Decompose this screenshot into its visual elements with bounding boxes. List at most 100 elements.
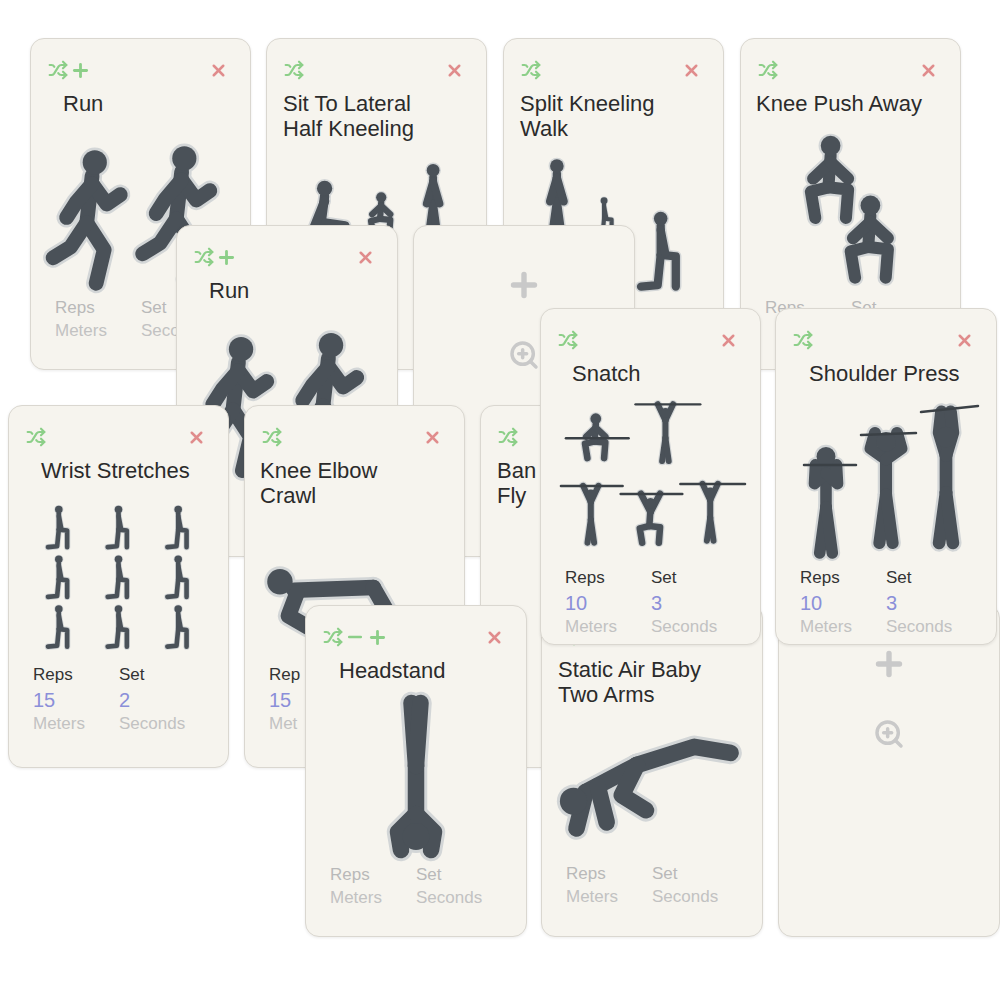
- exercise-title: Knee ElbowCrawl: [245, 458, 464, 508]
- delete-button[interactable]: [485, 628, 504, 647]
- stat-unit: Meters: [330, 887, 416, 909]
- exercise-title: Snatch: [541, 361, 760, 386]
- shuffle-button[interactable]: [48, 60, 68, 80]
- shuffle-button[interactable]: [758, 60, 778, 80]
- stats: Reps10MetersSet3Seconds: [776, 566, 996, 638]
- delete-button[interactable]: [187, 428, 206, 447]
- stat-column[interactable]: Reps10Meters: [565, 566, 651, 638]
- figure-silhouette: [641, 210, 676, 286]
- shuffle-icon[interactable]: [194, 247, 214, 267]
- shuffle-icon[interactable]: [48, 60, 68, 80]
- stat-unit: Meters: [55, 320, 141, 342]
- close-icon[interactable]: [719, 331, 738, 350]
- stat-column[interactable]: RepsMeters: [330, 863, 416, 909]
- stat-column[interactable]: Reps15Meters: [33, 663, 119, 735]
- stat-column[interactable]: SetSeconds: [416, 863, 502, 909]
- delete-button[interactable]: [423, 428, 442, 447]
- close-icon[interactable]: [682, 61, 701, 80]
- delete-button[interactable]: [356, 248, 375, 267]
- stat-value[interactable]: 10: [800, 590, 886, 616]
- delete-button[interactable]: [955, 331, 974, 350]
- plus-icon[interactable]: [367, 627, 388, 648]
- close-icon[interactable]: [423, 428, 442, 447]
- exercise-card[interactable]: Headstand RepsMetersSetSeconds: [305, 605, 527, 937]
- exercise-card[interactable]: Snatch Reps10MetersSet3Seconds: [540, 308, 761, 645]
- shuffle-button[interactable]: [194, 247, 214, 267]
- plus-icon[interactable]: [871, 646, 907, 682]
- add-button[interactable]: [216, 247, 237, 268]
- delete-button[interactable]: [682, 61, 701, 80]
- shuffle-icon[interactable]: [323, 627, 343, 647]
- figure-silhouette: [557, 747, 731, 829]
- plus-icon[interactable]: [70, 60, 91, 81]
- card-toolbar: [504, 58, 723, 82]
- stat-label: Set: [652, 862, 738, 886]
- delete-button[interactable]: [919, 61, 938, 80]
- stat-column[interactable]: Set3Seconds: [886, 566, 972, 638]
- shuffle-icon[interactable]: [758, 60, 778, 80]
- delete-button[interactable]: [719, 331, 738, 350]
- zoom-icon[interactable]: [873, 718, 905, 750]
- stat-column[interactable]: Reps10Meters: [800, 566, 886, 638]
- stat-column[interactable]: RepsMeters: [55, 296, 141, 342]
- shuffle-button[interactable]: [521, 60, 541, 80]
- shuffle-button[interactable]: [26, 427, 46, 447]
- stat-value[interactable]: 2: [119, 687, 205, 713]
- title-line: Snatch: [572, 361, 760, 386]
- barbell: [804, 464, 856, 467]
- title-line: Headstand: [339, 658, 526, 683]
- shuffle-icon[interactable]: [26, 427, 46, 447]
- shuffle-button[interactable]: [558, 330, 578, 350]
- close-icon[interactable]: [445, 61, 464, 80]
- figure-silhouette: [658, 404, 673, 461]
- delete-button[interactable]: [445, 61, 464, 80]
- add-exercise-button[interactable]: [506, 267, 542, 303]
- shuffle-icon[interactable]: [284, 60, 304, 80]
- shuffle-icon[interactable]: [498, 427, 518, 447]
- browse-button[interactable]: [873, 718, 905, 750]
- stat-label: Reps: [55, 296, 141, 320]
- close-icon[interactable]: [356, 248, 375, 267]
- stat-column[interactable]: Set2Seconds: [119, 663, 205, 735]
- stat-value[interactable]: 15: [33, 687, 119, 713]
- stat-column[interactable]: RepsMeters: [566, 862, 652, 908]
- exercise-card[interactable]: Wrist StretchesReps15MetersSet2Seconds: [8, 405, 229, 768]
- barbell: [636, 403, 701, 405]
- shuffle-button[interactable]: [323, 627, 343, 647]
- exercise-card[interactable]: Shoulder PressReps10MetersSet3Seconds: [775, 308, 997, 645]
- stat-value[interactable]: 3: [886, 590, 972, 616]
- close-icon[interactable]: [209, 61, 228, 80]
- shuffle-icon[interactable]: [558, 330, 578, 350]
- shuffle-icon[interactable]: [793, 330, 813, 350]
- zoom-icon[interactable]: [508, 339, 540, 371]
- stat-value[interactable]: 10: [565, 590, 651, 616]
- shuffle-button[interactable]: [284, 60, 304, 80]
- figure-silhouette: [703, 484, 718, 541]
- plus-icon[interactable]: [216, 247, 237, 268]
- close-icon[interactable]: [187, 428, 206, 447]
- shuffle-button[interactable]: [498, 427, 518, 447]
- close-icon[interactable]: [955, 331, 974, 350]
- stat-column[interactable]: Set3Seconds: [651, 566, 737, 638]
- browse-button[interactable]: [508, 339, 540, 371]
- add-button[interactable]: [367, 627, 388, 648]
- close-icon[interactable]: [919, 61, 938, 80]
- shuffle-icon[interactable]: [262, 427, 282, 447]
- shuffle-icon[interactable]: [521, 60, 541, 80]
- shuffle-button[interactable]: [262, 427, 282, 447]
- stat-value[interactable]: 3: [651, 590, 737, 616]
- plus-icon[interactable]: [506, 267, 542, 303]
- add-button[interactable]: [70, 60, 91, 81]
- close-icon[interactable]: [485, 628, 504, 647]
- delete-button[interactable]: [209, 61, 228, 80]
- stat-unit: Meters: [565, 616, 651, 638]
- card-toolbar: [776, 328, 996, 352]
- shuffle-button[interactable]: [793, 330, 813, 350]
- exercise-card[interactable]: Static Air BabyTwo ArmsRepsMetersSetSeco…: [541, 604, 763, 937]
- add-exercise-button[interactable]: [871, 646, 907, 682]
- minus-icon[interactable]: [345, 627, 365, 647]
- add-card[interactable]: [778, 604, 1000, 937]
- stat-column[interactable]: SetSeconds: [652, 862, 738, 908]
- barbell: [680, 483, 745, 485]
- remove-button[interactable]: [345, 627, 365, 647]
